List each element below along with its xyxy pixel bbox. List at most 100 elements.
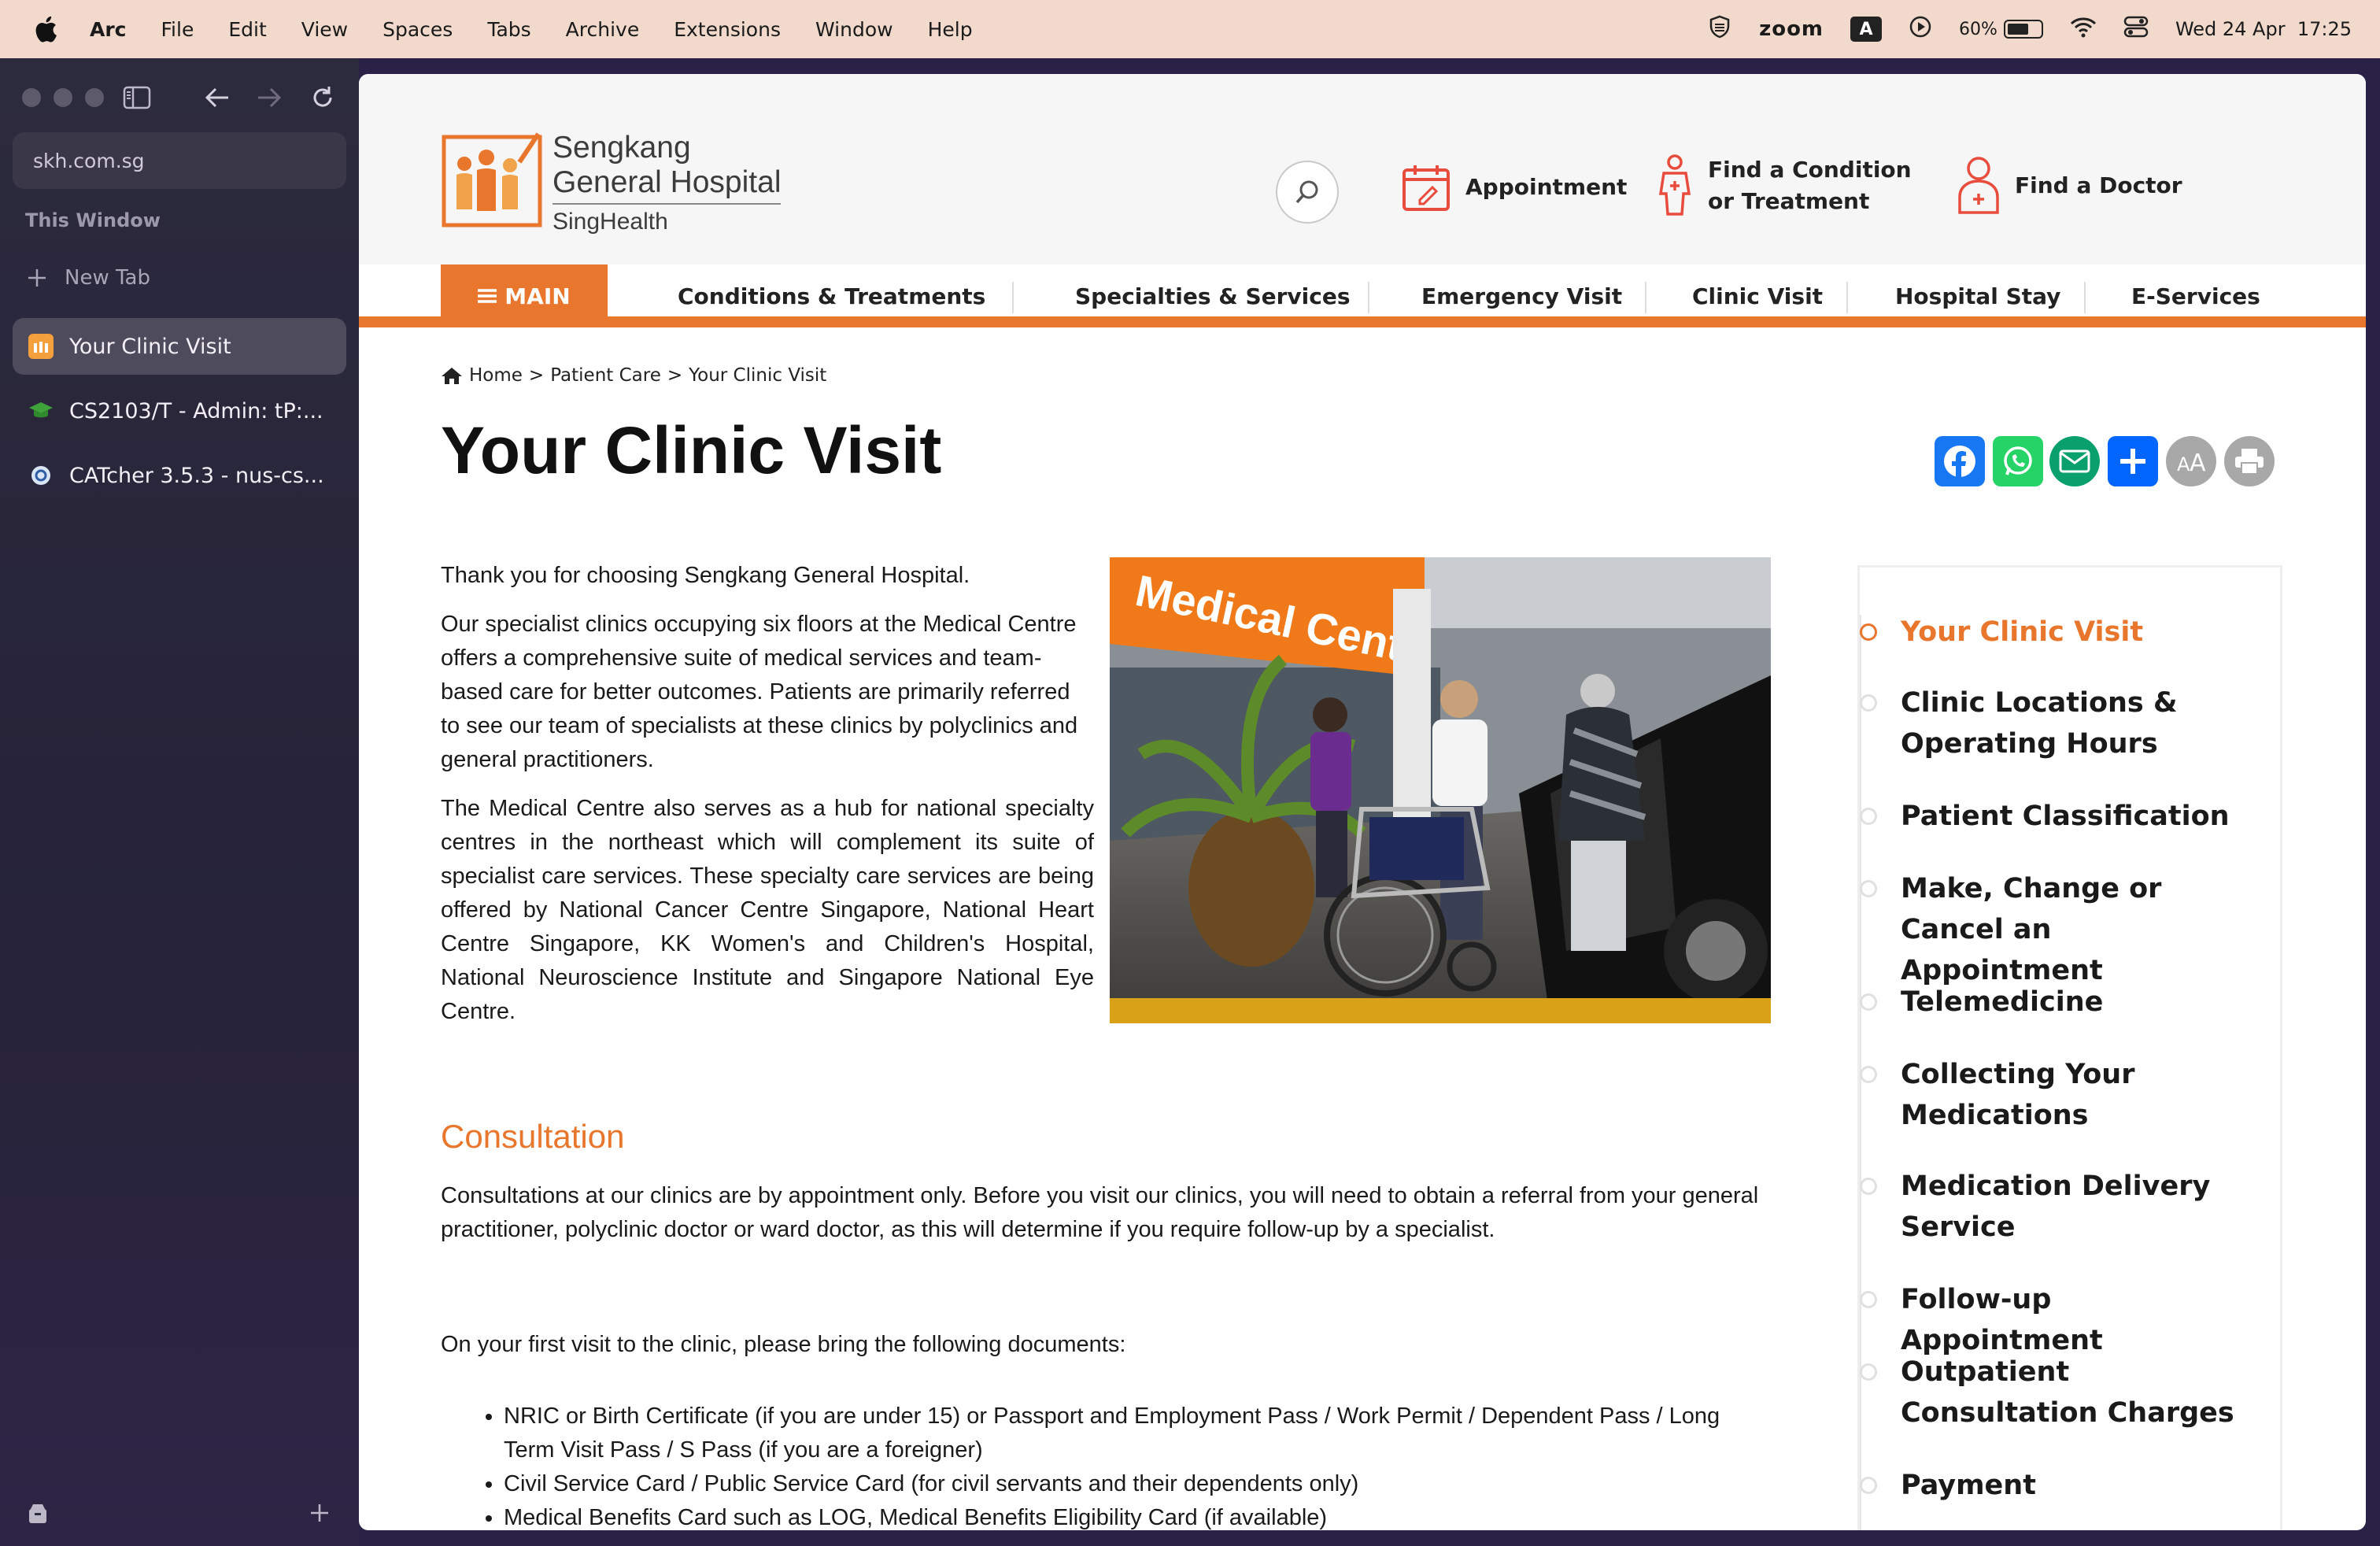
wifi-icon[interactable] [2070,16,2097,43]
person-body-icon [1658,154,1691,216]
input-source-indicator[interactable]: A [1850,17,1883,42]
side-nav-make-change-cancel[interactable]: Make, Change or Cancel an Appointment [1860,868,2263,991]
email-share-icon[interactable] [2049,436,2100,486]
side-nav-bullet [1860,1178,1877,1195]
hamburger-icon [478,289,497,303]
list-item: Civil Service Card / Public Service Card… [504,1467,1763,1501]
side-nav-bullet [1860,993,1877,1011]
apple-logo-icon[interactable] [30,13,61,45]
nav-emergency-visit[interactable]: Emergency Visit [1421,264,1622,327]
menu-spaces[interactable]: Spaces [382,18,453,41]
main-menu-button[interactable]: MAIN [441,264,608,327]
logo-line-2: General Hospital [552,165,782,205]
side-nav-bullet [1860,1477,1877,1494]
menu-tabs[interactable]: Tabs [487,18,530,41]
nav-separator [2084,282,2086,313]
zoom-status[interactable]: zoom [1759,17,1824,41]
clock[interactable]: Wed 24 Apr 17:25 [2175,18,2352,40]
close-window-button[interactable] [22,88,41,107]
side-nav-your-clinic-visit[interactable]: Your Clinic Visit [1860,612,2263,653]
side-nav-payment[interactable]: Payment [1860,1465,2263,1506]
archive-icon[interactable] [22,1497,54,1529]
control-center-icon[interactable] [2123,15,2149,43]
nav-e-services[interactable]: E-Services [2131,264,2260,327]
menu-archive[interactable]: Archive [566,18,640,41]
plus-icon [28,269,46,287]
share-plus-icon[interactable] [2108,436,2158,486]
nav-clinic-visit[interactable]: Clinic Visit [1692,264,1823,327]
consultation-paragraph: Consultations at our clinics are by appo… [441,1183,1759,1242]
side-nav-collecting-medications[interactable]: Collecting Your Medications [1860,1054,2263,1136]
graduation-cap-icon [28,398,54,423]
side-nav-clinic-locations[interactable]: Clinic Locations & Operating Hours [1860,682,2263,764]
forward-arrow-icon[interactable] [253,82,285,113]
breadcrumb-separator: > [667,365,683,386]
browser-sidebar: skh.com.sg This Window New Tab Your Clin… [0,58,359,1546]
logo-line-3: SingHealth [552,209,668,235]
medical-centre-paragraph: The Medical Centre also serves as a hub … [441,796,1094,1024]
url-bar[interactable]: skh.com.sg [13,132,346,189]
side-nav-bullet [1860,623,1877,641]
add-space-icon[interactable] [304,1497,335,1529]
menu-window[interactable]: Window [815,18,893,41]
play-icon[interactable] [1909,15,1932,43]
nav-specialties-services[interactable]: Specialties & Services [1075,264,1351,327]
tab-title: Your Clinic Visit [69,334,231,359]
side-nav-label: Outpatient Consultation Charges [1901,1356,2234,1429]
find-condition-link[interactable]: Find a Condition or Treatment [1656,154,1912,217]
side-nav-label: Make, Change or Cancel an Appointment [1901,873,2162,986]
find-doctor-link[interactable]: Find a Doctor [1957,156,2182,216]
side-nav-telemedicine[interactable]: Telemedicine [1860,982,2263,1023]
side-nav-patient-classification[interactable]: Patient Classification [1860,796,2263,837]
sidebar-toggle-icon[interactable] [121,82,153,113]
find-condition-label: Find a Condition or Treatment [1708,154,1912,217]
intro-paragraph: Thank you for choosing Sengkang General … [441,563,970,588]
find-condition-line-2: or Treatment [1708,188,1870,214]
side-nav-label: Payment [1901,1470,2036,1501]
vpn-shield-icon[interactable] [1707,14,1732,44]
back-arrow-icon[interactable] [201,82,233,113]
section-label: This Window [25,209,161,231]
appointment-link[interactable]: Appointment [1401,162,1627,213]
side-nav-medication-delivery[interactable]: Medication Delivery Service [1860,1166,2263,1248]
menu-arc[interactable]: Arc [90,18,127,41]
minimize-window-button[interactable] [54,88,72,107]
site-search-button[interactable] [1276,161,1339,224]
reload-icon[interactable] [307,82,338,113]
doctor-icon [1958,157,1999,214]
menu-extensions[interactable]: Extensions [674,18,781,41]
breadcrumb-home[interactable]: Home [469,365,523,386]
side-nav-outpatient-charges[interactable]: Outpatient Consultation Charges [1860,1352,2263,1433]
menu-file[interactable]: File [161,18,194,41]
tab-title: CS2103/T - Admin: tP:... [69,398,323,423]
side-nav-bullet [1860,1291,1877,1308]
print-icon[interactable] [2224,436,2275,486]
side-nav-bullet [1860,694,1877,712]
side-nav-label: Your Clinic Visit [1901,616,2144,648]
tab-catcher[interactable]: CATcher 3.5.3 - nus-cs... [13,447,346,504]
tab-cs2103[interactable]: CS2103/T - Admin: tP:... [13,383,346,439]
battery-status[interactable]: 60% [1959,20,2043,39]
side-nav-label: Collecting Your Medications [1901,1059,2135,1131]
whatsapp-share-icon[interactable] [1993,436,2043,486]
side-nav-follow-up-appointment[interactable]: Follow-up Appointment [1860,1279,2263,1361]
new-tab-button[interactable]: New Tab [27,266,150,290]
menu-view[interactable]: View [301,18,348,41]
nav-hospital-stay[interactable]: Hospital Stay [1895,264,2060,327]
tab-your-clinic-visit[interactable]: Your Clinic Visit [13,318,346,375]
breadcrumb-patient-care[interactable]: Patient Care [550,365,661,386]
calendar-icon [1402,165,1450,211]
nav-conditions-treatments[interactable]: Conditions & Treatments [678,264,985,327]
font-size-icon[interactable]: AA [2166,436,2216,486]
svg-text:A: A [2177,453,2190,475]
menu-edit[interactable]: Edit [228,18,266,41]
menu-help[interactable]: Help [928,18,973,41]
maximize-window-button[interactable] [85,88,104,107]
side-nav-label: Medication Delivery Service [1901,1171,2211,1243]
facebook-share-icon[interactable] [1935,436,1985,486]
search-icon [1295,180,1318,204]
menubar-status-area: zoom A 60% Wed 24 Apr 17:25 [1707,0,2352,58]
new-tab-label: New Tab [65,266,150,290]
site-header: Sengkang General Hospital SingHealth App… [359,74,2366,264]
skh-logo[interactable]: Sengkang General Hospital SingHealth [441,131,782,239]
